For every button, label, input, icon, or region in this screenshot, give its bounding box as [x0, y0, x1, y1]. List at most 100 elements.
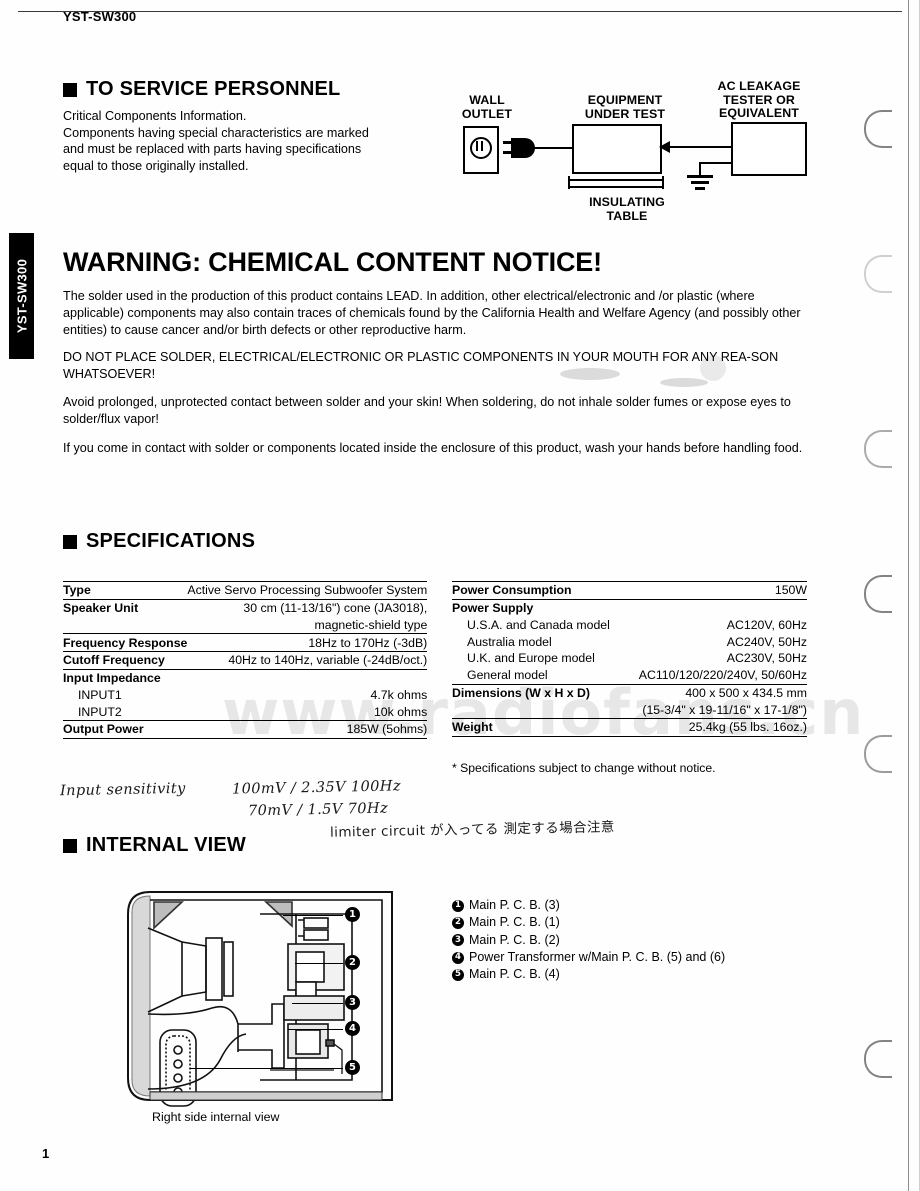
spec-label: Dimensions (W x H x D) [452, 683, 624, 702]
table-row: Power Supply [452, 598, 807, 617]
table-row: Speaker Unit 30 cm (11-13/16") cone (JA30… [63, 598, 428, 617]
spec-value [623, 598, 807, 617]
spec-sublabel: U.S.A. and Canada model [467, 617, 610, 632]
spec-sublabel: General model [467, 668, 548, 683]
binder-ring-artifact [864, 430, 892, 468]
handwritten-note-value-1: 100mV / 2.35V 100Hz [231, 778, 402, 798]
legend-number: 4 [452, 951, 464, 964]
side-tab: YST-SW300 [9, 233, 34, 359]
handwritten-note-limiter: limiter circuit が入ってる 測定する場合注意 [329, 819, 615, 841]
spec-value: AC110/120/220/240V, 50/60Hz [638, 668, 807, 683]
spec-label: Frequency Response [63, 633, 188, 652]
spec-sublabel: U.K. and Europe model [467, 651, 595, 666]
table-row: INPUT1 4.7k ohms [63, 687, 427, 704]
spec-label [452, 701, 624, 718]
internal-view-caption: Right side internal view [152, 1110, 280, 1124]
service-line: and must be replaced with parts having s… [63, 142, 362, 157]
handwritten-note-value-2: 70mV / 1.5V 70Hz [247, 800, 389, 820]
insulating-table-bracket-end [662, 176, 664, 189]
legend-label: Power Transformer w/Main P. C. B. (5) an… [469, 949, 726, 964]
ac-leakage-tester-box [731, 122, 807, 176]
spec-sublabel: INPUT1 [78, 687, 122, 702]
table-row: Frequency Response 18Hz to 170Hz (-3dB) [63, 633, 428, 652]
spec-value: 30 cm (11-13/16") cone (JA3018), [187, 598, 428, 617]
binder-ring-artifact [864, 110, 892, 148]
spec-value [187, 668, 428, 687]
header-rule [18, 11, 902, 12]
callout-2: 2 [345, 955, 360, 970]
spec-label: Input Impedance [63, 668, 188, 687]
legend-label: Main P. C. B. (2) [469, 932, 560, 947]
table-row: Australia model AC240V, 50Hz [452, 633, 807, 650]
spec-label: Speaker Unit [63, 598, 188, 617]
table-row: U.S.A. and Canada model AC120V, 60Hz [452, 617, 807, 634]
legend-item: 4 Power Transformer w/Main P. C. B. (5) … [452, 949, 725, 966]
spec-value: 400 x 500 x 434.5 mm [623, 683, 807, 702]
subwoofer-cutaway-svg [127, 891, 393, 1107]
legend-number: 2 [452, 916, 464, 929]
service-personnel-text: Critical Components Information. Compone… [63, 108, 443, 174]
tester-connection-line [665, 146, 733, 148]
ground-wire [699, 162, 701, 176]
diagram-label-insulating-table: INSULATING TABLE [589, 195, 665, 223]
equipment-under-test-box [572, 124, 662, 174]
spec-value: AC240V, 50Hz [726, 634, 807, 649]
specifications-table-right: Power Consumption 150W Power Supply U.S.A… [452, 581, 807, 738]
square-bullet-icon [63, 534, 77, 549]
section-heading-label: SPECIFICATIONS [86, 530, 256, 552]
legend-item: 2 Main P. C. B. (1) [452, 914, 725, 931]
spec-value: 18Hz to 170Hz (-3dB) [187, 633, 428, 652]
diagram-label-equipment-under-test: EQUIPMENT UNDER TEST [584, 93, 666, 121]
specifications-footnote: * Specifications subject to change witho… [452, 761, 716, 775]
spec-value: (15-3/4" x 19-11/16" x 17-1/8") [642, 702, 807, 717]
service-line: Critical Components Information. [63, 109, 247, 123]
legend-number: 5 [452, 968, 464, 981]
square-bullet-icon [63, 838, 77, 853]
binder-ring-artifact [864, 255, 892, 293]
internal-view-legend: 1 Main P. C. B. (3) 2 Main P. C. B. (1) … [452, 897, 725, 983]
table-row: Power Consumption 150W [452, 581, 807, 600]
diagram-label-ac-leakage-tester: AC LEAKAGE TESTER OR EQUIVALENT [717, 79, 801, 121]
warning-title: WARNING: CHEMICAL CONTENT NOTICE! [63, 247, 602, 277]
spec-label [63, 617, 187, 634]
side-tab-label: YST-SW300 [14, 258, 29, 334]
binder-ring-artifact [864, 575, 892, 613]
spec-sublabel: INPUT2 [78, 704, 122, 719]
diagram-label-wall-outlet: WALL OUTLET [461, 93, 513, 121]
spec-value: Active Servo Processing Subwoofer System [187, 581, 428, 600]
page-edge-line [908, 0, 909, 1191]
table-row: (15-3/4" x 19-11/16" x 17-1/8") [452, 701, 807, 718]
service-line: Components having special characteristic… [63, 125, 369, 140]
arrow-head-icon [659, 141, 670, 153]
table-row: U.K. and Europe model AC230V, 50Hz [452, 650, 807, 667]
table-row: General model AC110/120/220/240V, 50/60Hz [452, 667, 807, 684]
section-heading-service-personnel: TO SERVICE PERSONNEL [63, 78, 340, 101]
table-row: Cutoff Frequency 40Hz to 140Hz, variable … [63, 651, 428, 670]
spec-label: Weight [452, 718, 624, 738]
spec-label: Output Power [63, 720, 188, 740]
ground-symbol-icon [687, 175, 713, 178]
table-row: INPUT2 10k ohms [63, 703, 427, 720]
callout-5: 5 [345, 1060, 360, 1075]
section-heading-specifications: SPECIFICATIONS [63, 530, 255, 553]
table-row: magnetic-shield type [63, 617, 428, 634]
spec-value: magnetic-shield type [314, 617, 428, 632]
callout-number: 5 [345, 1060, 360, 1075]
warning-paragraph-2: DO NOT PLACE SOLDER, ELECTRICAL/ELECTRON… [63, 350, 779, 381]
binder-ring-artifact [864, 735, 892, 773]
plug-cord [534, 147, 572, 149]
callout-number: 2 [345, 955, 360, 970]
callout-leader-line [292, 1003, 343, 1005]
legend-item: 5 Main P. C. B. (4) [452, 966, 725, 983]
callout-4: 4 [345, 1021, 360, 1036]
outlet-slot [476, 141, 478, 151]
spec-value: 40Hz to 140Hz, variable (-24dB/oct.) [187, 651, 428, 670]
model-number-header: YST-SW300 [63, 9, 137, 24]
section-heading-label: INTERNAL VIEW [86, 834, 247, 856]
ground-symbol-icon [695, 187, 705, 190]
spec-value: 4.7k ohms [370, 687, 428, 702]
callout-leader-line [288, 1029, 343, 1031]
square-bullet-icon [63, 82, 77, 97]
legend-number: 1 [452, 899, 464, 912]
callout-1: 1 [345, 907, 360, 922]
